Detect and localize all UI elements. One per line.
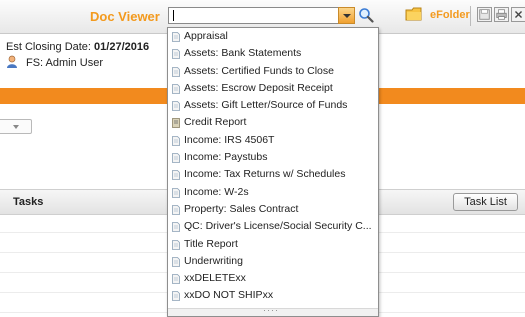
- closing-date-value: 01/27/2016: [94, 41, 150, 53]
- document-type-option[interactable]: Income: IRS 4506T: [168, 132, 378, 149]
- document-type-label: Income: Paystubs: [184, 151, 268, 164]
- document-type-option[interactable]: Income: W-2s: [168, 184, 378, 201]
- document-icon: [172, 153, 180, 163]
- document-type-list[interactable]: Appraisal Assets: Bank Statements Assets: …: [167, 27, 379, 317]
- document-type-option[interactable]: Assets: Gift Letter/Source of Funds: [168, 97, 378, 114]
- document-type-option[interactable]: Appraisal: [168, 28, 378, 45]
- document-icon: [172, 256, 180, 267]
- document-icon: [172, 239, 180, 250]
- document-type-option[interactable]: Assets: Bank Statements: [168, 45, 378, 62]
- credit-report-icon: [172, 118, 180, 129]
- document-type-option[interactable]: Underwriting: [168, 253, 378, 270]
- document-type-option[interactable]: Income: Paystubs: [168, 149, 378, 166]
- current-user: FS: Admin User: [26, 57, 104, 69]
- document-type-label: Title Report: [184, 237, 238, 250]
- document-icon: [172, 291, 180, 302]
- document-icon: [172, 187, 180, 198]
- task-list-button[interactable]: Task List: [453, 193, 518, 211]
- document-type-option[interactable]: xxDELETExx: [168, 270, 378, 287]
- print-icon[interactable]: [494, 7, 509, 22]
- document-icon: [172, 49, 180, 60]
- document-type-items: Appraisal Assets: Bank Statements Assets: …: [168, 28, 378, 305]
- document-type-label: QC: Driver's License/Social Security C..…: [184, 220, 372, 233]
- document-type-label: xxDO NOT SHIPxx: [184, 289, 274, 302]
- document-type-label: Income: Tax Returns w/ Schedules: [184, 168, 346, 181]
- document-type-label: Assets: Escrow Deposit Receipt: [184, 81, 333, 94]
- tasks-label: Tasks: [13, 196, 44, 208]
- document-type-label: Underwriting: [184, 254, 243, 267]
- document-icon: [172, 83, 180, 94]
- close-icon[interactable]: [511, 7, 525, 22]
- document-type-option[interactable]: Property: Sales Contract: [168, 201, 378, 218]
- document-type-label: Income: IRS 4506T: [184, 133, 275, 146]
- document-type-combobox[interactable]: [168, 7, 340, 24]
- text-caret: [173, 10, 174, 21]
- user-icon: [7, 55, 17, 68]
- combobox-dropdown-button[interactable]: [338, 7, 355, 24]
- document-type-label: Appraisal: [184, 30, 228, 42]
- document-type-option[interactable]: xxDO NOT SHIPxx: [168, 287, 378, 304]
- efolder-button[interactable]: eFolder: [430, 9, 470, 21]
- document-type-label: Assets: Bank Statements: [184, 47, 302, 60]
- document-type-label: Assets: Certified Funds to Close: [184, 64, 334, 77]
- document-type-option[interactable]: Assets: Certified Funds to Close: [168, 63, 378, 80]
- document-icon: [172, 170, 180, 181]
- document-icon: [172, 66, 180, 77]
- app-title: Doc Viewer: [90, 9, 160, 24]
- document-type-label: xxDELETExx: [184, 272, 246, 285]
- resize-grip[interactable]: ····: [168, 305, 378, 316]
- document-type-label: Assets: Gift Letter/Source of Funds: [184, 99, 348, 112]
- toolbar-separator: [470, 6, 471, 26]
- document-type-label: Property: Sales Contract: [184, 202, 299, 215]
- document-icon: [172, 101, 180, 112]
- filter-dropdown[interactable]: [0, 119, 32, 134]
- document-type-label: Income: W-2s: [184, 185, 249, 198]
- document-icon: [172, 222, 180, 233]
- document-icon: [172, 205, 180, 215]
- document-icon: [172, 274, 180, 285]
- document-icon: [172, 32, 180, 42]
- folder-icon[interactable]: [405, 6, 423, 22]
- closing-date-row: Est Closing Date: 01/27/2016: [6, 41, 149, 53]
- save-icon[interactable]: [477, 7, 492, 22]
- search-icon[interactable]: [358, 7, 374, 23]
- document-type-option[interactable]: Assets: Escrow Deposit Receipt: [168, 80, 378, 97]
- grip-dots-icon: ····: [263, 305, 279, 315]
- closing-date-label: Est Closing Date:: [6, 41, 91, 53]
- document-type-option[interactable]: Credit Report: [168, 114, 378, 131]
- document-type-option[interactable]: QC: Driver's License/Social Security C..…: [168, 218, 378, 235]
- document-icon: [172, 135, 180, 146]
- document-type-option[interactable]: Title Report: [168, 236, 378, 253]
- document-type-label: Credit Report: [184, 116, 247, 129]
- document-type-option[interactable]: Income: Tax Returns w/ Schedules: [168, 166, 378, 183]
